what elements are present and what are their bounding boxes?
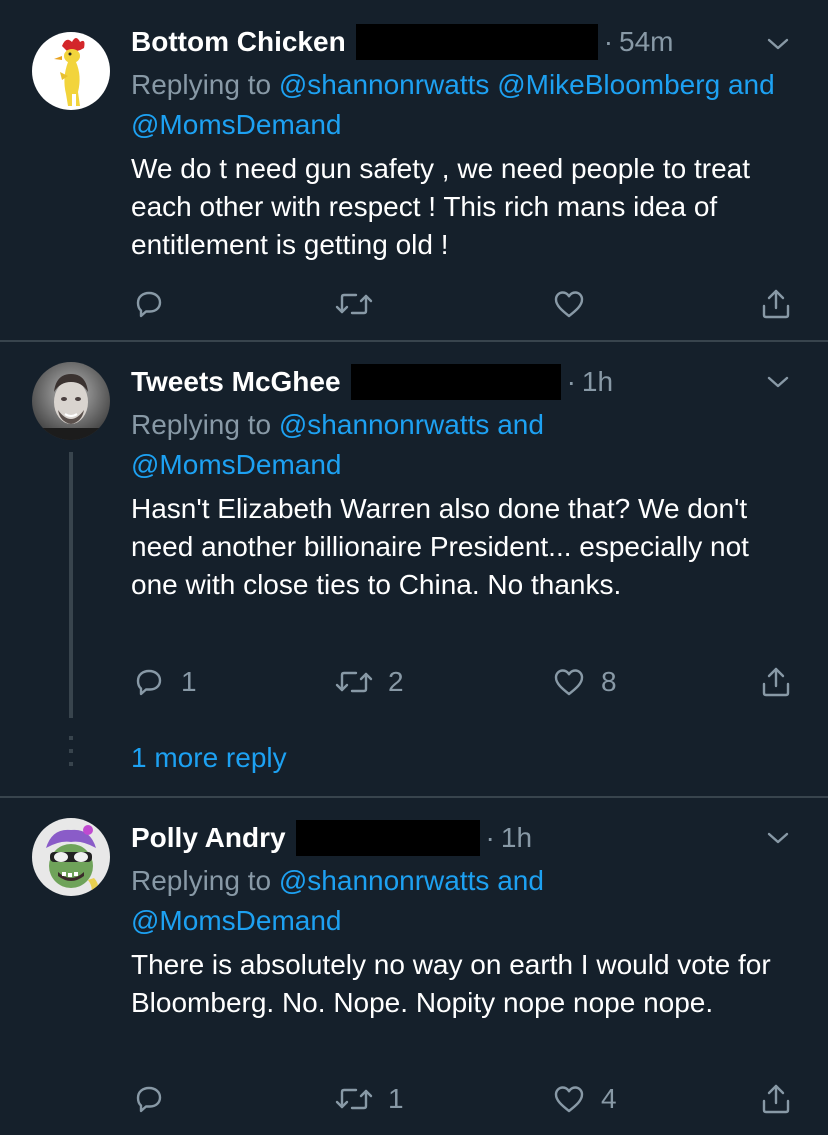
rubber-chicken-avatar-image [32, 32, 110, 110]
reply-button[interactable]: 1 [131, 662, 197, 702]
tweet-1[interactable]: Bottom Chicken · 54m Replying to @shanno… [0, 0, 828, 340]
like-count: 8 [601, 666, 617, 697]
like-count: 4 [601, 1083, 617, 1114]
and-connector: and [497, 865, 544, 896]
heart-icon [554, 291, 584, 318]
mention-link[interactable]: @MomsDemand [131, 449, 341, 480]
retweet-button[interactable]: 2 [334, 662, 404, 702]
action-bar [131, 284, 796, 324]
replying-label: Replying to [131, 69, 272, 100]
tweet-text: There is absolutely no way on earth I wo… [131, 949, 771, 1018]
share-icon [762, 1084, 790, 1114]
time-separator: · [485, 822, 495, 853]
thread-connector-line [69, 452, 73, 718]
replying-label: Replying to [131, 409, 272, 440]
display-name[interactable]: Bottom Chicken [131, 22, 346, 62]
mention-link[interactable]: @shannonrwatts [279, 409, 490, 440]
redacted-handle [350, 364, 561, 400]
retweet-button[interactable]: 1 [334, 1079, 404, 1119]
reply-icon [136, 669, 162, 696]
replying-to: Replying to @shannonrwatts and @MomsDema… [131, 405, 801, 485]
retweet-button[interactable] [334, 284, 388, 324]
mention-link[interactable]: @MomsDemand [131, 109, 341, 140]
share-icon [762, 289, 790, 319]
share-icon [762, 667, 790, 697]
share-button[interactable] [758, 1079, 794, 1119]
share-button[interactable] [758, 662, 794, 702]
redacted-handle [355, 24, 598, 60]
avatar-polly-andry[interactable] [32, 818, 110, 896]
like-button[interactable] [551, 284, 601, 324]
chevron-down-icon[interactable] [764, 824, 792, 852]
tweet-header: Polly Andry · 1h [131, 818, 532, 858]
and-connector: and [497, 409, 544, 440]
avatar-bottom-chicken[interactable] [32, 32, 110, 110]
reply-icon [136, 291, 162, 318]
reply-count: 1 [181, 666, 197, 697]
display-name[interactable]: Polly Andry [131, 818, 286, 858]
timestamp[interactable]: 1h [501, 818, 532, 858]
reply-button[interactable] [131, 1079, 181, 1119]
time-separator: · [603, 26, 614, 57]
redacted-handle [295, 820, 480, 856]
replying-label: Replying to [131, 865, 272, 896]
mention-link[interactable]: @MikeBloomberg [497, 69, 720, 100]
chevron-down-icon[interactable] [764, 368, 792, 396]
action-bar: 1 2 8 [131, 662, 796, 702]
mention-link[interactable]: @shannonrwatts [279, 865, 490, 896]
retweet-icon [335, 293, 373, 315]
tweet-2[interactable]: Tweets McGhee · 1h Replying to @shannonr… [0, 342, 828, 796]
timestamp[interactable]: 1h [582, 362, 613, 402]
share-button[interactable] [758, 284, 794, 324]
thread-continuation-dots [69, 736, 73, 775]
action-bar: 1 4 [131, 1079, 796, 1119]
tweet-text: Hasn't Elizabeth Warren also done that? … [131, 493, 749, 600]
and-connector: and [727, 69, 775, 100]
user-photo-avatar-image [32, 362, 110, 440]
mention-link[interactable]: @MomsDemand [131, 905, 341, 936]
heart-icon [554, 1086, 584, 1113]
reply-icon [136, 1086, 162, 1113]
heart-icon [554, 669, 584, 696]
reply-button[interactable] [131, 284, 181, 324]
tweet-header: Tweets McGhee · 1h [131, 362, 613, 402]
like-button[interactable]: 4 [551, 1079, 617, 1119]
avatar-tweets-mcghee[interactable] [32, 362, 110, 440]
replying-to: Replying to @shannonrwatts @MikeBloomber… [131, 65, 801, 145]
time-separator: · [566, 366, 576, 397]
tweet-3[interactable]: Polly Andry · 1h Replying to @shannonrwa… [0, 798, 828, 1135]
zombie-cartoon-avatar-image [32, 818, 110, 896]
like-button[interactable]: 8 [551, 662, 617, 702]
tweet-header: Bottom Chicken · 54m [131, 22, 673, 62]
chevron-down-icon[interactable] [764, 30, 792, 58]
retweet-icon [335, 1088, 373, 1110]
display-name[interactable]: Tweets McGhee [131, 362, 341, 402]
retweet-icon [335, 671, 373, 693]
more-replies-link[interactable]: 1 more reply [131, 738, 287, 778]
retweet-count: 2 [388, 666, 404, 697]
replying-to: Replying to @shannonrwatts and @MomsDema… [131, 861, 801, 941]
mention-link[interactable]: @shannonrwatts [279, 69, 490, 100]
tweet-text: We do t need gun safety , we need people… [131, 153, 751, 260]
timestamp[interactable]: 54m [619, 22, 673, 62]
retweet-count: 1 [388, 1083, 404, 1114]
